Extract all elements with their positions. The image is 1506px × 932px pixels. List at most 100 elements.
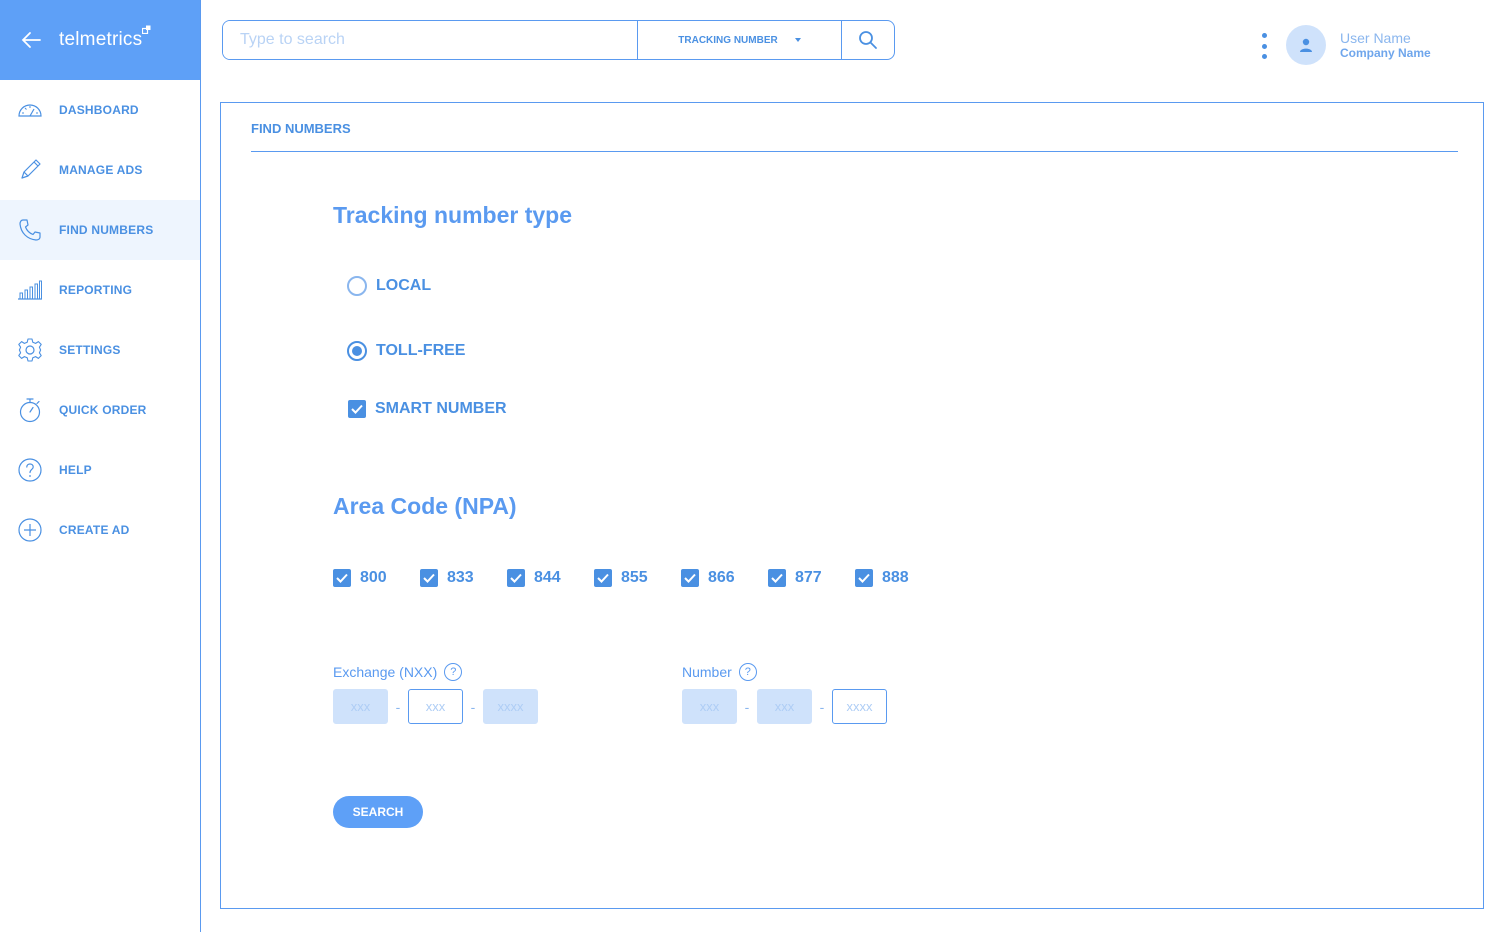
sidebar-item-settings[interactable]: SETTINGS (0, 320, 200, 380)
checkbox-control[interactable] (768, 569, 786, 587)
exchange-help-icon[interactable]: ? (444, 663, 463, 681)
checkmark-icon (597, 573, 609, 583)
checkmark-icon (510, 573, 522, 583)
exchange-inputs: - - (333, 689, 538, 724)
find-numbers-panel: FIND NUMBERS Tracking number type LOCAL … (220, 102, 1484, 909)
search-type-dropdown[interactable]: TRACKING NUMBER (637, 21, 841, 59)
bar-chart-icon (17, 277, 43, 303)
sidebar-item-reporting[interactable]: REPORTING (0, 260, 200, 320)
checkbox-smart-number-control[interactable] (348, 400, 366, 418)
exchange-label: Exchange (NXX) ? (333, 663, 463, 681)
exchange-segment-2[interactable] (408, 689, 463, 724)
brand-bar: telmetrics (0, 0, 200, 80)
pencil-icon (17, 157, 43, 183)
sidebar-item-dashboard[interactable]: DASHBOARD (0, 80, 200, 140)
sidebar-item-label: MANAGE ADS (59, 163, 143, 177)
checkmark-icon (771, 573, 783, 583)
number-segment-3[interactable] (832, 689, 887, 724)
question-circle-icon (17, 457, 43, 483)
user-icon (1300, 38, 1312, 52)
sidebar-item-label: DASHBOARD (59, 103, 139, 117)
radio-local[interactable]: LOCAL (347, 276, 431, 296)
area-code-label: 833 (447, 569, 474, 586)
search-input[interactable] (223, 21, 637, 59)
sidebar-item-quick-order[interactable]: QUICK ORDER (0, 380, 200, 440)
sidebar-item-label: HELP (59, 463, 92, 477)
global-search-bar: TRACKING NUMBER (222, 20, 895, 60)
area-code-checkbox[interactable]: 800 (333, 569, 420, 587)
panel-title: FIND NUMBERS (251, 121, 351, 136)
exchange-segment-3[interactable] (483, 689, 538, 724)
sidebar-item-manage-ads[interactable]: MANAGE ADS (0, 140, 200, 200)
dash-separator: - (395, 698, 401, 715)
search-icon (859, 31, 877, 49)
gauge-icon (17, 97, 43, 123)
sidebar-nav: DASHBOARD MANAGE ADS FIND NUMBERS REPORT… (0, 80, 200, 560)
area-code-label: 844 (534, 569, 561, 586)
checkbox-control[interactable] (333, 569, 351, 587)
checkbox-control[interactable] (594, 569, 612, 587)
area-code-label: 855 (621, 569, 648, 586)
logo: telmetrics (59, 25, 151, 51)
checkbox-control[interactable] (681, 569, 699, 587)
checkbox-smart-number[interactable]: SMART NUMBER (348, 400, 507, 418)
gear-icon (17, 337, 43, 363)
sidebar-item-label: CREATE AD (59, 523, 130, 537)
exchange-segment-1[interactable] (333, 689, 388, 724)
sidebar-item-label: REPORTING (59, 283, 133, 297)
radio-toll-free[interactable]: TOLL-FREE (347, 341, 465, 361)
sidebar-item-create-ad[interactable]: CREATE AD (0, 500, 200, 560)
user-name: User Name (1340, 30, 1411, 46)
sidebar-item-help[interactable]: HELP (0, 440, 200, 500)
sidebar-item-label: SETTINGS (59, 343, 121, 357)
area-code-list: 800 833 844 855 866 877 888 (333, 569, 942, 587)
area-code-label: 877 (795, 569, 822, 586)
number-segment-2[interactable] (757, 689, 812, 724)
sidebar-item-label: FIND NUMBERS (59, 223, 154, 237)
area-code-heading: Area Code (NPA) (333, 493, 517, 519)
sidebar-item-label: QUICK ORDER (59, 403, 147, 417)
panel-divider (251, 151, 1458, 152)
logo-text: telmetrics (59, 29, 143, 50)
radio-local-control[interactable] (347, 276, 367, 296)
checkmark-icon (351, 404, 363, 414)
dash-separator: - (819, 698, 825, 715)
avatar[interactable] (1286, 25, 1326, 65)
more-options-icon[interactable] (1258, 33, 1270, 59)
area-code-checkbox[interactable]: 855 (594, 569, 681, 587)
stopwatch-icon (17, 397, 43, 423)
sidebar-item-find-numbers[interactable]: FIND NUMBERS (0, 200, 200, 260)
caret-down-icon (794, 38, 801, 42)
area-code-checkbox[interactable]: 888 (855, 569, 942, 587)
number-help-icon[interactable]: ? (738, 663, 757, 681)
company-name: Company Name (1340, 46, 1431, 60)
checkbox-control[interactable] (855, 569, 873, 587)
radio-local-label: LOCAL (376, 277, 432, 294)
checkmark-icon (858, 573, 870, 583)
area-code-label: 888 (882, 569, 909, 586)
exchange-label-text: Exchange (NXX) (333, 664, 438, 680)
arrow-left-icon[interactable] (20, 29, 42, 51)
area-code-checkbox[interactable]: 866 (681, 569, 768, 587)
area-code-checkbox[interactable]: 833 (420, 569, 507, 587)
number-label-text: Number (682, 664, 732, 680)
checkbox-control[interactable] (420, 569, 438, 587)
search-button[interactable] (841, 21, 894, 59)
number-segment-1[interactable] (682, 689, 737, 724)
area-code-checkbox[interactable]: 844 (507, 569, 594, 587)
area-code-label: 800 (360, 569, 387, 586)
phone-icon (17, 217, 43, 243)
tracking-type-heading: Tracking number type (333, 202, 573, 228)
radio-toll-free-control[interactable] (347, 341, 367, 361)
checkmark-icon (684, 573, 696, 583)
area-code-checkbox[interactable]: 877 (768, 569, 855, 587)
number-label: Number ? (682, 663, 757, 681)
checkmark-icon (423, 573, 435, 583)
area-code-label: 866 (708, 569, 735, 586)
checkbox-smart-number-label: SMART NUMBER (375, 400, 507, 417)
sidebar: telmetrics DASHBOARD MANAGE ADS FIND NUM… (0, 0, 201, 932)
radio-toll-free-label: TOLL-FREE (376, 342, 466, 359)
search-submit-button[interactable]: SEARCH (333, 796, 423, 828)
checkbox-control[interactable] (507, 569, 525, 587)
user-info[interactable]: User Name Company Name (1340, 30, 1431, 60)
